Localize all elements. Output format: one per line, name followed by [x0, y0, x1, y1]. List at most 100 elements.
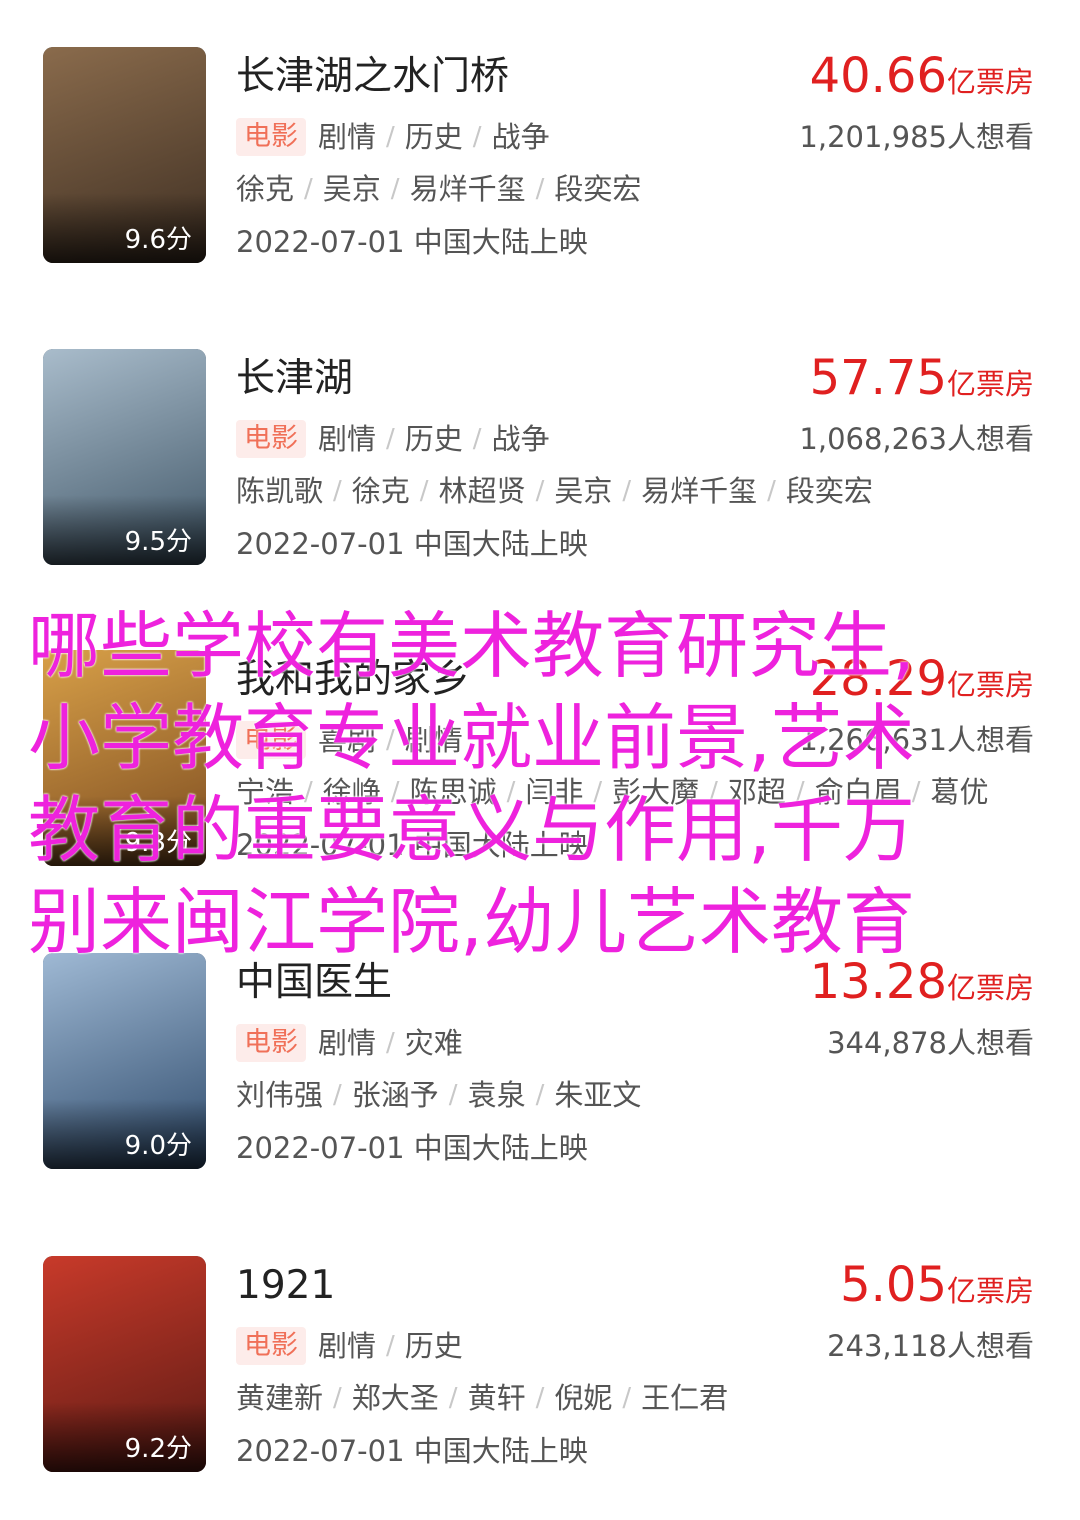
separator: / — [304, 174, 313, 204]
separator: / — [535, 174, 545, 204]
category-tag: 电影 — [236, 420, 306, 458]
cast-member: 王仁君 — [641, 1381, 729, 1415]
release-info: 2022-07-01 中国大陆上映 — [236, 527, 588, 561]
want-to-see-count: 243,118人想看 — [827, 1329, 1034, 1363]
cast-member: 林超贤 — [438, 474, 526, 508]
separator: / — [535, 1080, 545, 1110]
separator: / — [622, 476, 632, 506]
separator: / — [535, 476, 545, 506]
poster-score: 9.0分 — [124, 1131, 192, 1161]
separator: / — [472, 424, 482, 454]
box-office-unit: 亿票房 — [946, 65, 1034, 99]
separator: / — [333, 1383, 342, 1413]
box-office: 5.05亿票房 — [840, 1256, 1034, 1314]
movie-title[interactable]: 1921 — [236, 1261, 335, 1311]
cast-member: 易烊千玺 — [641, 474, 758, 508]
overlay-line: 别来闽江学院,幼儿艺术教育 — [28, 880, 915, 964]
cast-member: 段奕宏 — [554, 172, 642, 206]
genre-label: 剧情 — [318, 1026, 377, 1060]
genre-label: 剧情 — [318, 1329, 377, 1363]
movie-poster[interactable]: 9.0分 — [43, 953, 206, 1169]
separator: / — [448, 1383, 458, 1413]
overlay-line: 哪些学校有美术教育研究生, — [28, 604, 915, 688]
category-tag: 电影 — [236, 1327, 306, 1365]
movie-item[interactable]: 9.6分 长津湖之水门桥 40.66亿票房 电影 剧情 / 历史 / 战争 1,201,… — [0, 47, 1080, 263]
cast-list: 陈凯歌 / 徐克 / 林超贤 / 吴京 / 易烊千玺 / 段奕宏 — [236, 471, 1036, 511]
separator: / — [386, 424, 395, 454]
want-to-see-count: 1,201,985人想看 — [799, 120, 1034, 154]
separator: / — [390, 174, 400, 204]
movie-item[interactable]: 9.5分 长津湖 57.75亿票房 电影 剧情 / 历史 / 战争 1,068,263人… — [0, 349, 1080, 565]
genre-row: 电影 剧情 / 历史 — [236, 1326, 463, 1366]
box-office-unit: 亿票房 — [946, 367, 1034, 401]
want-to-see-count: 344,878人想看 — [827, 1026, 1034, 1060]
genre-label: 剧情 — [318, 120, 377, 154]
release-info: 2022-07-01 中国大陆上映 — [236, 225, 588, 259]
cast-member: 徐克 — [351, 474, 410, 508]
cast-member: 郑大圣 — [351, 1381, 439, 1415]
poster-score: 9.2分 — [124, 1434, 192, 1464]
poster-score: 9.6分 — [124, 225, 192, 255]
separator: / — [767, 476, 776, 506]
genre-label: 历史 — [404, 422, 463, 456]
genre-list: 剧情 / 灾难 — [318, 1024, 463, 1062]
movie-poster[interactable]: 9.5分 — [43, 349, 206, 565]
cast-list: 刘伟强 / 张涵予 / 袁泉 / 朱亚文 — [236, 1075, 1036, 1115]
cast-list: 黄建新 / 郑大圣 / 黄轩 / 倪妮 / 王仁君 — [236, 1378, 1036, 1418]
category-tag: 电影 — [236, 1024, 306, 1062]
separator: / — [535, 1383, 545, 1413]
cast-member: 段奕宏 — [785, 474, 873, 508]
release-info: 2022-07-01 中国大陆上映 — [236, 1434, 588, 1468]
genre-label: 灾难 — [404, 1026, 463, 1060]
cast-member: 陈凯歌 — [236, 474, 324, 508]
box-office-number: 5.05 — [840, 1257, 947, 1313]
movie-poster[interactable]: 9.2分 — [43, 1256, 206, 1472]
overlay-line: 小学教育专业就业前景,艺术 — [28, 696, 915, 780]
separator: / — [622, 1383, 632, 1413]
genre-list: 剧情 / 历史 / 战争 — [318, 118, 550, 156]
genre-list: 剧情 / 历史 — [318, 1327, 463, 1365]
overlay-line: 教育的重要意义与作用,千万 — [28, 788, 915, 872]
separator: / — [448, 1080, 458, 1110]
cast-member: 吴京 — [322, 172, 381, 206]
movie-item[interactable]: 9.2分 1921 5.05亿票房 电影 剧情 / 历史 243,118人想看 黄建… — [0, 1256, 1080, 1472]
cast-member: 吴京 — [554, 474, 613, 508]
box-office: 57.75亿票房 — [810, 349, 1034, 407]
cast-member: 徐克 — [236, 172, 295, 206]
separator: / — [333, 476, 342, 506]
movie-title[interactable]: 长津湖之水门桥 — [236, 52, 509, 102]
cast-member: 朱亚文 — [554, 1078, 642, 1112]
box-office-unit: 亿票房 — [946, 971, 1034, 1005]
separator: / — [386, 1028, 395, 1058]
cast-member: 黄建新 — [236, 1381, 324, 1415]
want-to-see-count: 1,068,263人想看 — [799, 422, 1034, 456]
cast-member: 张涵予 — [351, 1078, 439, 1112]
genre-label: 战争 — [491, 120, 550, 154]
overlay-caption: 哪些学校有美术教育研究生, 小学教育专业就业前景,艺术 教育的重要意义与作用,千… — [28, 600, 1058, 968]
cast-member: 刘伟强 — [236, 1078, 324, 1112]
release-info: 2022-07-01 中国大陆上映 — [236, 1131, 588, 1165]
genre-label: 历史 — [404, 120, 463, 154]
cast-member: 易烊千玺 — [409, 172, 526, 206]
genre-label: 战争 — [491, 422, 550, 456]
genre-row: 电影 剧情 / 历史 / 战争 — [236, 117, 550, 157]
movie-ranking-page: 9.6分 长津湖之水门桥 40.66亿票房 电影 剧情 / 历史 / 战争 1,201,… — [0, 0, 1080, 1520]
cast-member: 袁泉 — [467, 1078, 526, 1112]
cast-member: 倪妮 — [554, 1381, 613, 1415]
separator: / — [472, 122, 482, 152]
genre-label: 剧情 — [318, 422, 377, 456]
movie-title[interactable]: 长津湖 — [236, 354, 353, 404]
separator: / — [386, 1331, 395, 1361]
movie-item[interactable]: 9.0分 中国医生 13.28亿票房 电影 剧情 / 灾难 344,878人想看 刘… — [0, 953, 1080, 1169]
genre-row: 电影 剧情 / 灾难 — [236, 1023, 463, 1063]
separator: / — [419, 476, 429, 506]
box-office-number: 57.75 — [809, 350, 947, 406]
box-office: 40.66亿票房 — [810, 47, 1034, 105]
separator: / — [386, 122, 395, 152]
cast-list: 徐克 / 吴京 / 易烊千玺 / 段奕宏 — [236, 169, 1036, 209]
genre-row: 电影 剧情 / 历史 / 战争 — [236, 419, 550, 459]
cast-member: 黄轩 — [467, 1381, 526, 1415]
movie-poster[interactable]: 9.6分 — [43, 47, 206, 263]
box-office-number: 40.66 — [809, 48, 947, 104]
genre-list: 剧情 / 历史 / 战争 — [318, 420, 550, 458]
